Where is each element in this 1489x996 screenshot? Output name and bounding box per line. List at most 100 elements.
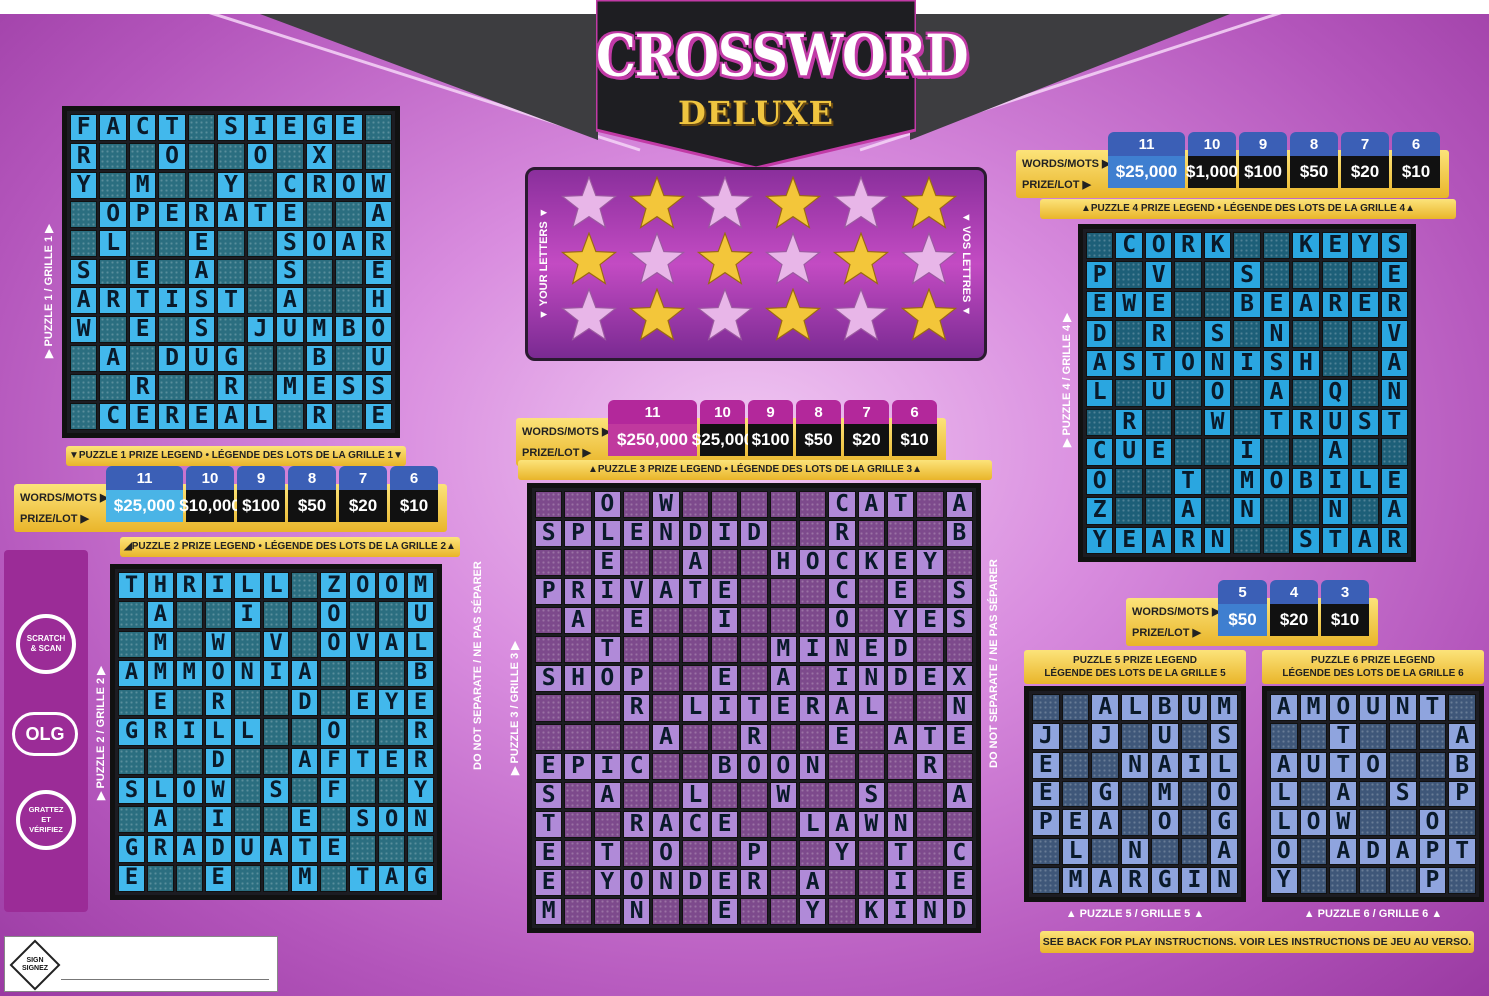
grid-cell: [378, 601, 406, 629]
grid-cell: O: [320, 630, 348, 658]
grid-cell: U: [1180, 694, 1209, 721]
grid-cell: C: [623, 752, 651, 780]
words-count: 11: [1108, 132, 1185, 156]
words-count: 4: [1270, 580, 1318, 604]
grid-cell: [593, 897, 621, 925]
puzzle-1-grid: FACTSIEGEROOXYMYCROWOPERATEALESOARSEASEA…: [62, 106, 400, 438]
grid-cell: E: [945, 868, 973, 896]
grid-cell: R: [1380, 290, 1408, 319]
grid-cell: Y: [407, 776, 434, 805]
grid-cell: B: [945, 520, 973, 548]
grid-cell: [1351, 497, 1379, 525]
grid-cell: D: [887, 665, 915, 693]
grid-cell: M: [291, 864, 319, 892]
grid-cell: [828, 868, 856, 896]
grid-cell: [320, 689, 348, 717]
title-banner: CROSSWORD DELUXE: [594, 0, 969, 170]
grid-cell: W: [204, 776, 232, 805]
grid-cell: [335, 200, 363, 228]
grid-cell: A: [652, 578, 680, 606]
grid-cell: S: [1292, 526, 1320, 554]
gold-star-icon: [696, 232, 754, 285]
grid-cell: [593, 607, 621, 635]
grid-cell: T: [1380, 408, 1408, 437]
grid-cell: R: [146, 718, 174, 746]
words-count: 8: [796, 400, 841, 424]
grid-cell: R: [158, 403, 186, 430]
grid-cell: [378, 776, 406, 805]
grid-cell: O: [652, 839, 680, 867]
grid-cell: O: [1144, 232, 1173, 260]
grid-cell: L: [246, 403, 275, 430]
grid-cell: [1299, 867, 1328, 894]
grid-cell: N: [828, 636, 856, 664]
grid-cell: N: [1203, 526, 1232, 554]
grid-cell: N: [799, 752, 827, 780]
grid-cell: N: [1121, 838, 1149, 866]
grid-cell: J: [1091, 722, 1120, 750]
grid-cell: [158, 171, 186, 199]
grid-cell: O: [349, 572, 377, 600]
grid-cell: S: [1262, 349, 1291, 378]
grid-cell: S: [945, 607, 973, 635]
grid-cell: S: [118, 776, 145, 805]
prize-amount: $25,000: [106, 490, 183, 522]
signature-box[interactable]: SIGN SIGNEZ: [4, 936, 278, 992]
grid-cell: [740, 549, 768, 577]
grid-cell: U: [364, 345, 392, 373]
grid-cell: A: [291, 659, 319, 688]
grid-cell: [1380, 438, 1408, 466]
grid-cell: S: [535, 781, 563, 809]
grid-cell: T: [887, 839, 915, 867]
grid-cell: [1174, 290, 1202, 319]
words-label: WORDS/MOTS ▶: [522, 426, 611, 438]
grid-cell: E: [276, 200, 304, 228]
grid-cell: I: [887, 868, 915, 896]
grid-cell: O: [1150, 809, 1179, 837]
grid-cell: E: [1321, 232, 1350, 260]
grid-cell: N: [857, 665, 885, 693]
grid-cell: K: [857, 549, 885, 577]
grid-cell: E: [1144, 438, 1173, 466]
grid-cell: T: [740, 694, 768, 722]
grid-cell: [564, 549, 592, 577]
grid-cell: C: [828, 549, 856, 577]
grid-cell: [887, 752, 915, 780]
grid-cell: [916, 781, 944, 809]
grid-cell: [187, 114, 216, 141]
grid-cell: Y: [593, 868, 621, 896]
grid-cell: E: [916, 665, 944, 693]
grid-cell: [769, 578, 797, 606]
grid-cell: E: [711, 665, 739, 693]
grid-cell: R: [407, 718, 434, 746]
grid-cell: O: [378, 572, 406, 600]
grid-cell: A: [378, 630, 406, 658]
grid-cell: [623, 781, 651, 809]
grid-cell: O: [1359, 751, 1387, 779]
signature-line: [61, 979, 269, 980]
grid-cell: P: [623, 665, 651, 693]
grid-cell: L: [262, 572, 290, 600]
grid-cell: [564, 810, 592, 838]
grid-cell: [857, 723, 885, 751]
grid-cell: [1061, 722, 1090, 750]
words-count: 5: [1218, 580, 1267, 604]
grid-cell: [187, 171, 216, 199]
grid-cell: [276, 142, 304, 170]
grid-cell: A: [118, 659, 145, 688]
grid-cell: T: [535, 810, 563, 838]
grid-cell: [652, 694, 680, 722]
grid-cell: A: [828, 694, 856, 722]
grid-cell: [916, 868, 944, 896]
grid-cell: [1418, 780, 1447, 808]
grid-cell: D: [887, 636, 915, 664]
grid-cell: O: [1086, 467, 1114, 496]
grid-cell: S: [335, 374, 363, 402]
grid-cell: [128, 142, 157, 170]
grid-cell: [378, 718, 406, 746]
grid-cell: [118, 630, 145, 658]
grid-cell: A: [262, 835, 290, 863]
puzzle-4-grid: CORKKEYSPVSEEWEBEARERDRSNVASTONISHALUOAQ…: [1078, 224, 1416, 562]
grid-cell: A: [146, 601, 174, 629]
grid-cell: S: [1351, 408, 1379, 437]
